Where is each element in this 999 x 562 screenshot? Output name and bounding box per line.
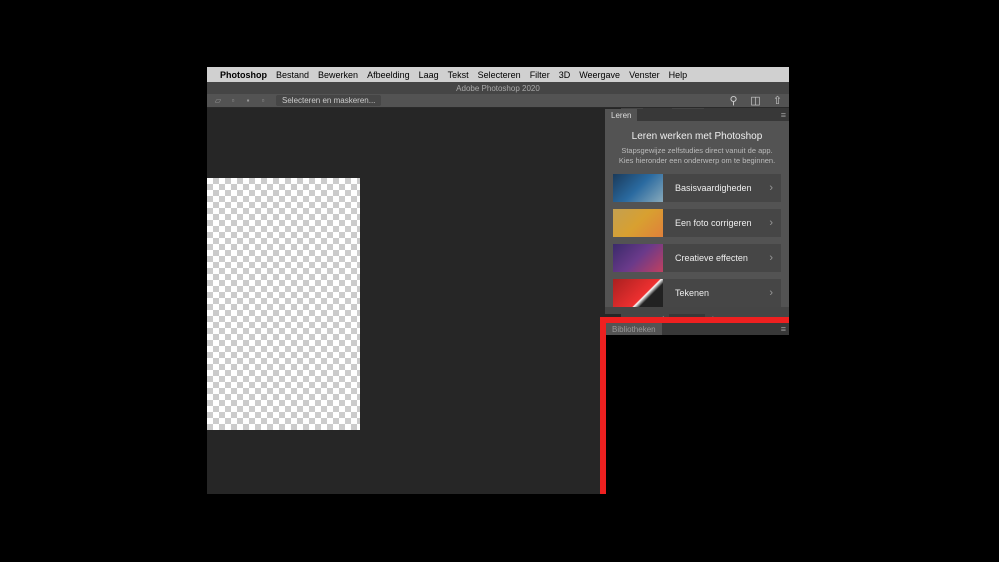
tab-leren[interactable]: Leren [605, 109, 637, 121]
menu-3d[interactable]: 3D [559, 70, 571, 80]
document-canvas[interactable] [207, 178, 360, 430]
menu-filter[interactable]: Filter [530, 70, 550, 80]
canvas-area[interactable] [207, 108, 621, 494]
menu-bewerken[interactable]: Bewerken [318, 70, 358, 80]
libraries-panel: Bibliotheken ≡ [606, 323, 789, 494]
topic-thumbnail [613, 209, 663, 237]
learn-title: Leren werken met Photoshop [613, 131, 781, 142]
menu-tekst[interactable]: Tekst [448, 70, 469, 80]
libraries-tabs: Bibliotheken ≡ [606, 323, 789, 335]
libraries-body[interactable] [606, 335, 789, 494]
chevron-right-icon: › [769, 182, 781, 194]
selection-mode-icons: ▱ ▫ ▪ ▫ [213, 96, 268, 106]
chevron-right-icon: › [769, 252, 781, 264]
menu-bestand[interactable]: Bestand [276, 70, 309, 80]
chevron-right-icon: › [769, 217, 781, 229]
search-icon[interactable]: ⚲ [728, 95, 739, 106]
learn-topic-basics[interactable]: Basisvaardigheden› [613, 174, 781, 202]
learn-topic-correct-photo[interactable]: Een foto corrigeren› [613, 209, 781, 237]
learn-topic-draw[interactable]: Tekenen› [613, 279, 781, 307]
select-and-mask-button[interactable]: Selecteren en maskeren... [276, 95, 381, 106]
libraries-panel-menu-icon[interactable]: ≡ [781, 324, 786, 334]
sel-sub-icon[interactable]: ▪ [243, 96, 253, 106]
learn-panel: Leren ≡ Leren werken met Photoshop Staps… [605, 109, 789, 314]
topic-thumbnail [613, 244, 663, 272]
sel-intersect-icon[interactable]: ▫ [258, 96, 268, 106]
share-icon[interactable]: ⇧ [772, 95, 783, 106]
learn-topic-creative-effects[interactable]: Creatieve effecten› [613, 244, 781, 272]
options-bar: ▱ ▫ ▪ ▫ Selecteren en maskeren... ⚲ ◫ ⇧ [207, 94, 789, 108]
window-title: Adobe Photoshop 2020 [456, 84, 540, 93]
sel-new-icon[interactable]: ▱ [213, 96, 223, 106]
learn-subtitle: Stapsgewijze zelfstudies direct vanuit d… [613, 146, 781, 166]
topic-thumbnail [613, 174, 663, 202]
menu-weergave[interactable]: Weergave [579, 70, 620, 80]
menubar: Photoshop Bestand Bewerken Afbeelding La… [207, 67, 789, 82]
app-menu[interactable]: Photoshop [220, 70, 267, 80]
menu-afbeelding[interactable]: Afbeelding [367, 70, 410, 80]
view-options-icon[interactable]: ◫ [750, 95, 761, 106]
menu-help[interactable]: Help [669, 70, 688, 80]
learn-tabs: Leren ≡ [605, 109, 789, 121]
learn-panel-menu-icon[interactable]: ≡ [781, 110, 786, 120]
topic-thumbnail [613, 279, 663, 307]
menu-venster[interactable]: Venster [629, 70, 660, 80]
menu-laag[interactable]: Laag [419, 70, 439, 80]
chevron-right-icon: › [769, 287, 781, 299]
menu-selecteren[interactable]: Selecteren [478, 70, 521, 80]
tab-bibliotheken[interactable]: Bibliotheken [606, 323, 662, 335]
window-titlebar: Adobe Photoshop 2020 [207, 82, 789, 94]
sel-add-icon[interactable]: ▫ [228, 96, 238, 106]
